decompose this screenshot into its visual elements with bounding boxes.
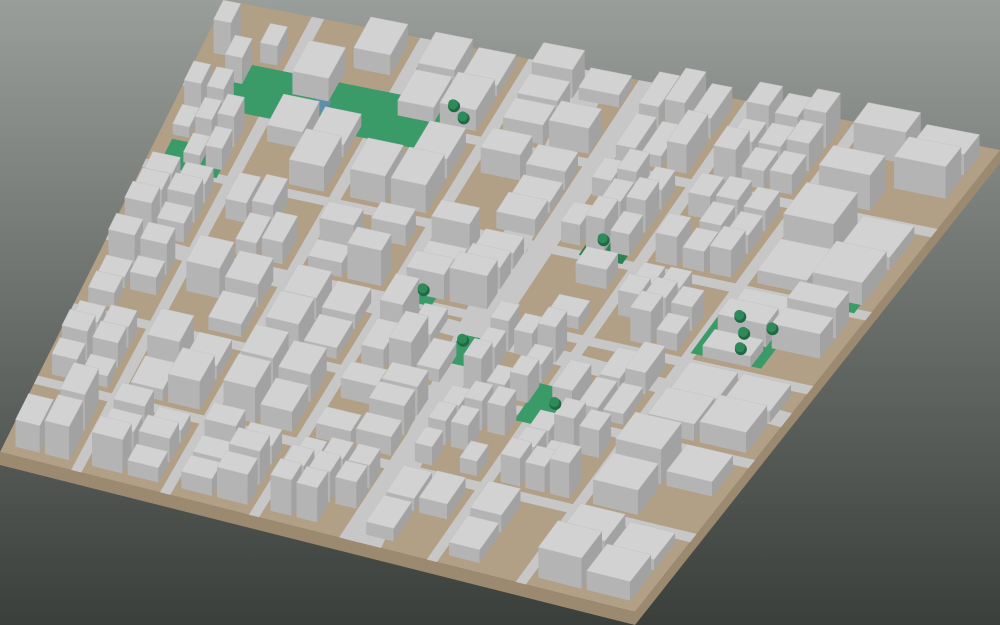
building-wall <box>525 462 545 493</box>
building-wall <box>561 221 580 246</box>
tree <box>448 99 459 110</box>
building-wall <box>549 458 570 499</box>
tree <box>734 309 745 320</box>
tree <box>457 111 468 122</box>
city-model-viewport[interactable] <box>0 0 1000 625</box>
city-model-canvas[interactable] <box>0 0 1000 625</box>
building-wall <box>270 474 292 516</box>
building-wall <box>579 425 599 458</box>
building-wall <box>667 141 687 174</box>
tree <box>734 342 745 353</box>
building-wall <box>487 402 505 436</box>
building-wall <box>630 307 651 346</box>
building-wall <box>709 245 732 278</box>
tree <box>457 333 468 344</box>
building-wall <box>296 482 318 523</box>
tree <box>766 322 777 333</box>
tree <box>597 233 608 244</box>
tree <box>738 326 749 337</box>
tree <box>417 283 428 294</box>
tree <box>549 396 560 407</box>
building-wall <box>44 420 70 461</box>
building-wall <box>335 477 357 509</box>
building-wall <box>260 42 278 66</box>
building-wall <box>450 421 469 451</box>
building-wall <box>500 453 520 487</box>
building-wall <box>655 232 677 267</box>
